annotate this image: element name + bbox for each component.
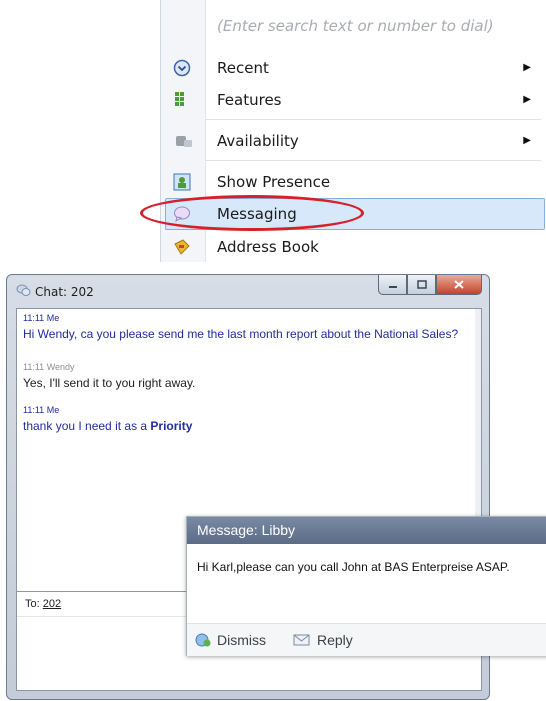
message-text-part: thank you I need it as a: [23, 419, 151, 433]
menu-item-show-presence[interactable]: Show Presence: [161, 166, 546, 197]
notification-actions: Dismiss Reply: [187, 623, 546, 656]
submenu-arrow-icon: ▶: [523, 62, 531, 73]
message-time: 11:11: [23, 362, 45, 372]
dismiss-button[interactable]: Dismiss: [195, 632, 266, 648]
chat-icon: [16, 284, 31, 296]
submenu-arrow-icon: ▶: [523, 94, 531, 105]
menu-item-label: Features: [217, 90, 282, 109]
message-text: Hi Wendy, ca you please send me the last…: [23, 327, 459, 341]
notification-body: Hi Karl,please can you call John at BAS …: [197, 560, 510, 574]
search-input[interactable]: (Enter search text or number to dial): [211, 12, 546, 40]
reply-button[interactable]: Reply: [291, 632, 353, 648]
message-sender: Me: [46, 313, 60, 323]
close-icon: [454, 280, 464, 289]
message-bubble-icon: [174, 206, 190, 222]
grid-icon: [175, 91, 184, 106]
clock-icon: [173, 59, 191, 76]
message-notification: Message: Libby Hi Karl,please can you ca…: [186, 516, 546, 656]
maximize-button[interactable]: [407, 275, 436, 295]
availability-icon: [176, 135, 192, 147]
menu-item-address-book[interactable]: Address Book: [161, 231, 546, 262]
message-text: thank you I need it as a Priority: [23, 419, 192, 433]
message-text: Yes, I'll send it to you right away.: [23, 376, 196, 390]
to-label: To:: [25, 598, 40, 610]
chat-message: 11:11 Wendy Yes, I'll send it to you rig…: [23, 362, 195, 390]
menu-item-recent[interactable]: Recent ▶: [161, 52, 546, 83]
chat-message: 11:11 Me Hi Wendy, ca you please send me…: [23, 313, 458, 341]
menu-item-label: Recent: [217, 58, 269, 77]
message-sender: Me: [46, 405, 60, 415]
presence-icon: [173, 173, 191, 190]
maximize-icon: [416, 280, 427, 289]
menu-item-label: Address Book: [217, 237, 319, 256]
message-time: 11:11: [23, 313, 45, 323]
menu-separator: [205, 160, 541, 161]
dismiss-label: Dismiss: [217, 632, 266, 648]
message-sender: Wendy: [46, 362, 75, 372]
notification-header: Message: Libby: [187, 517, 546, 544]
dismiss-icon: [195, 633, 211, 647]
menu-item-label: Show Presence: [217, 172, 331, 191]
to-recipient[interactable]: 202: [43, 598, 61, 610]
message-time: 11:11: [23, 405, 45, 415]
submenu-arrow-icon: ▶: [523, 135, 531, 146]
chat-message: 11:11 Me thank you I need it as a Priori…: [23, 405, 192, 433]
notification-title: Message: Libby: [197, 522, 296, 538]
menu-item-label: Availability: [217, 131, 299, 150]
window-title: Chat: 202: [35, 285, 94, 299]
reply-icon: [293, 634, 310, 646]
reply-label: Reply: [317, 632, 353, 648]
menu-item-availability[interactable]: Availability ▶: [161, 125, 546, 156]
message-bold-text: Priority: [150, 419, 193, 433]
close-button[interactable]: [436, 275, 482, 295]
menu-item-label: Messaging: [217, 204, 297, 223]
address-book-icon: [174, 238, 190, 255]
minimize-icon: [388, 285, 397, 288]
menu-separator: [205, 119, 541, 120]
minimize-button[interactable]: [378, 275, 407, 295]
window-controls: [378, 275, 482, 295]
menu-item-features[interactable]: Features ▶: [161, 84, 546, 115]
